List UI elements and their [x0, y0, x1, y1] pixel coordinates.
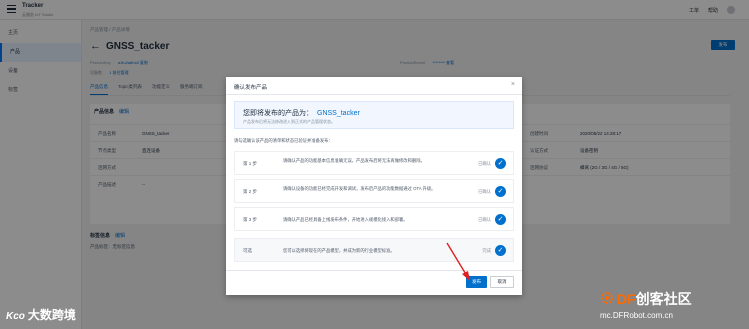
watermark-brand: DF	[617, 291, 636, 307]
watermark-title: 创客社区	[635, 291, 692, 307]
step-status: 已确认	[478, 217, 491, 222]
banner-note: 产品发布后将无法修改进入到正式的产品管理状态。	[243, 119, 335, 124]
step-status: 已确认	[478, 161, 491, 166]
check-icon[interactable]: ✓	[495, 245, 506, 256]
step-description: 请确认设备的功能已经完成开发和调试，发布后产品的功能数据通过 OTA 升级。	[283, 186, 436, 191]
step-label: 第 3 步	[243, 217, 258, 222]
step-label: 第 1 步	[243, 161, 258, 166]
step-3: 第 3 步 请确认产品已经具备上线发布条件，开始进入规模化接入和部署。 已确认 …	[234, 207, 514, 231]
step-description: 请确认产品已经具备上线发布条件，开始进入规模化接入和部署。	[283, 217, 408, 222]
step-optional: 可选 您可以选择将现在的产品模型，并成为新的行业模型标准。 完成 ✓	[234, 238, 514, 262]
watermark-left-logo: Kco	[6, 311, 25, 322]
check-icon[interactable]: ✓	[495, 186, 506, 197]
cancel-button[interactable]: 取消	[490, 276, 514, 288]
step-label: 可选	[243, 248, 252, 253]
step-label: 第 2 步	[243, 189, 258, 194]
divider	[226, 270, 522, 271]
dialog-title: 确认发布产品	[234, 85, 268, 91]
step-1: 第 1 步 请确认产品的功能基本信息准确无误，产品发布后将无法再做修改和删除。 …	[234, 151, 514, 175]
watermark-right: DF创客社区 mc.DFRobot.com.cn	[600, 289, 692, 320]
product-banner: 您即将发布的产品为： GNSS_tacker 产品发布后将无法修改进入到正式的产品…	[234, 101, 514, 129]
step-description: 请确认产品的功能基本信息准确无误，产品发布后将无法再做修改和删除。	[283, 158, 425, 163]
step-status: 完成	[482, 248, 491, 253]
divider	[226, 94, 522, 95]
watermark-left-text: 大数跨境	[27, 308, 76, 322]
confirm-publish-dialog: 确认发布产品 × 您即将发布的产品为： GNSS_tacker 产品发布后将无法修…	[226, 77, 522, 295]
banner-product-name: GNSS_tacker	[317, 110, 360, 117]
publish-button[interactable]: 发布	[466, 276, 487, 288]
check-icon[interactable]: ✓	[495, 214, 506, 225]
step-2: 第 2 步 请确认设备的功能已经完成开发和调试，发布后产品的功能数据通过 OTA…	[234, 179, 514, 203]
watermark-url: mc.DFRobot.com.cn	[600, 311, 673, 320]
check-icon[interactable]: ✓	[495, 158, 506, 169]
watermark-left: Kco 大数跨境	[6, 306, 76, 323]
close-icon[interactable]: ×	[511, 81, 515, 88]
step-status: 已确认	[478, 189, 491, 194]
step-description: 您可以选择将现在的产品模型，并成为新的行业模型标准。	[283, 248, 395, 253]
banner-title: 您即将发布的产品为： GNSS_tacker	[243, 110, 360, 117]
instruction-text: 请勾选确认该产品的清单和状态已验证并准备发布：	[234, 138, 333, 143]
